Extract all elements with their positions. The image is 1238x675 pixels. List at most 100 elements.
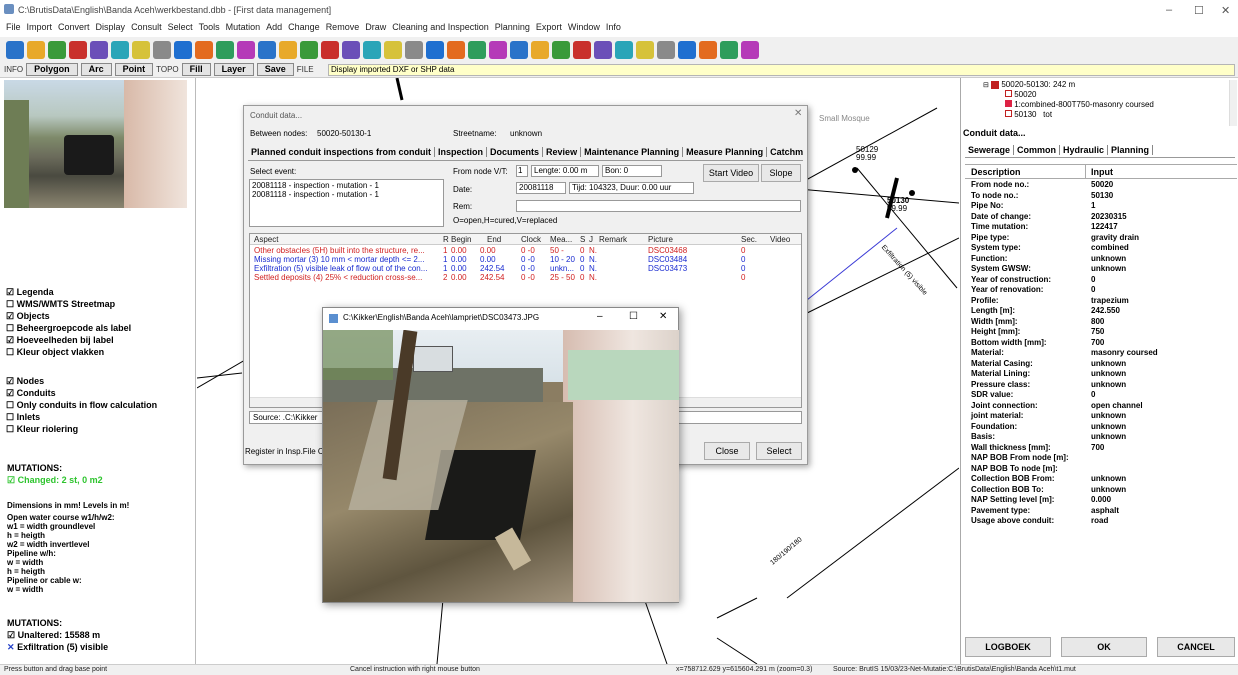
property-value[interactable]: asphalt	[1091, 506, 1119, 515]
toolbar-tool-icon[interactable]	[657, 40, 675, 59]
toolbar-tool-icon[interactable]	[720, 40, 738, 59]
column-header[interactable]: Aspect	[254, 235, 278, 244]
layer-checkbox[interactable]: ☑ Objects	[6, 311, 194, 323]
close-window-button[interactable]: ✕	[1221, 4, 1230, 17]
time-field[interactable]: Tijd: 104323, Duur: 0.00 uur	[569, 182, 694, 194]
toolbar-tool-icon[interactable]	[531, 40, 549, 59]
property-value[interactable]: unknown	[1091, 359, 1126, 368]
column-header[interactable]: J	[589, 235, 593, 244]
toolbar-tool-icon[interactable]	[237, 40, 255, 59]
toolbar-tool-icon[interactable]	[636, 40, 654, 59]
property-value[interactable]: 0	[1091, 275, 1095, 284]
ok-button[interactable]: OK	[1061, 637, 1147, 657]
column-header[interactable]: S	[580, 235, 585, 244]
column-header[interactable]: End	[487, 235, 501, 244]
column-header[interactable]: Picture	[648, 235, 673, 244]
toolbar-tool-icon[interactable]	[468, 40, 486, 59]
toolbar-tool-icon[interactable]	[300, 40, 318, 59]
table-row[interactable]: Settled deposits (4) 25% < reduction cro…	[250, 273, 801, 282]
layer-checkbox[interactable]: ☐ WMS/WMTS Streetmap	[6, 299, 194, 311]
property-value[interactable]: 20230315	[1091, 212, 1127, 221]
toolbar-tool-icon[interactable]	[279, 40, 297, 59]
unchecked-icon[interactable]: ☐	[6, 424, 17, 434]
topo-label[interactable]: TOPO	[156, 65, 179, 74]
property-value[interactable]: unknown	[1091, 422, 1126, 431]
property-value[interactable]: unknown	[1091, 474, 1126, 483]
arc-button[interactable]: Arc	[80, 63, 112, 76]
menu-item[interactable]: Draw	[365, 22, 386, 32]
tab-item[interactable]: Measure Planning	[683, 147, 768, 157]
checked-icon[interactable]: ☑	[6, 311, 17, 321]
property-value[interactable]: unknown	[1091, 411, 1126, 420]
table-row[interactable]: Other obstacles (5H) built into the stru…	[250, 246, 801, 255]
property-value[interactable]: 750	[1091, 327, 1104, 336]
layer-checkbox[interactable]: ☐ Only conduits in flow calculation	[6, 400, 194, 412]
column-header[interactable]: Remark	[599, 235, 627, 244]
property-value[interactable]: unknown	[1091, 369, 1126, 378]
property-value[interactable]: unknown	[1091, 432, 1126, 441]
polygon-button[interactable]: Polygon	[26, 63, 78, 76]
tab-item[interactable]: Maintenance Planning	[581, 147, 684, 157]
menu-item[interactable]: Change	[288, 22, 320, 32]
unchecked-icon[interactable]: ☐	[6, 400, 17, 410]
toolbar-tool-icon[interactable]	[27, 40, 45, 59]
table-row[interactable]: Missing mortar (3) 10 mm < mortar depth …	[250, 255, 801, 264]
tab-planning[interactable]: Planning	[1108, 145, 1154, 155]
layer-checkbox[interactable]: ☑ Conduits	[6, 388, 194, 400]
photo-maximize-button[interactable]: ☐	[629, 311, 638, 322]
length-field[interactable]: Lengte: 0.00 m	[531, 165, 599, 177]
menu-item[interactable]: Convert	[58, 22, 90, 32]
layer-checkbox[interactable]: ☐ Beheergroepcode als label	[6, 323, 194, 335]
collapse-icon[interactable]: ⊟	[983, 82, 989, 89]
maximize-button[interactable]: ☐	[1194, 4, 1204, 17]
file-label[interactable]: FILE	[297, 65, 314, 74]
toolbar-tool-icon[interactable]	[447, 40, 465, 59]
checked-icon[interactable]: ☑	[6, 376, 17, 386]
property-value[interactable]: open channel	[1091, 401, 1143, 410]
property-value[interactable]: unknown	[1091, 485, 1126, 494]
menu-item[interactable]: Import	[27, 22, 53, 32]
property-value[interactable]: 0.000	[1091, 495, 1111, 504]
column-header[interactable]: R	[443, 235, 449, 244]
property-value[interactable]: unknown	[1091, 380, 1126, 389]
column-header[interactable]: Clock	[521, 235, 541, 244]
table-row[interactable]: Exfiltration (5) visible leak of flow ou…	[250, 264, 801, 273]
layer-checkbox[interactable]: ☐ Kleur riolering	[6, 424, 194, 436]
property-value[interactable]: 122417	[1091, 222, 1118, 231]
info-label[interactable]: INFO	[4, 65, 23, 74]
close-button[interactable]: Close	[704, 442, 750, 460]
toolbar-tool-icon[interactable]	[426, 40, 444, 59]
checked-icon[interactable]: ☑	[6, 335, 17, 345]
property-value[interactable]: 50020	[1091, 180, 1113, 189]
tab-sewerage[interactable]: Sewerage	[965, 145, 1015, 155]
toolbar-tool-icon[interactable]	[6, 40, 24, 59]
column-header[interactable]: Begin	[451, 235, 471, 244]
fill-button[interactable]: Fill	[181, 63, 211, 76]
toolbar-tool-icon[interactable]	[699, 40, 717, 59]
menu-item[interactable]: Cleaning and Inspection	[392, 22, 489, 32]
menu-item[interactable]: Consult	[131, 22, 162, 32]
tree-view[interactable]: ⊟ 50020-50130: 242 m 50020 1:combined-80…	[983, 80, 1233, 124]
toolbar-tool-icon[interactable]	[195, 40, 213, 59]
property-value[interactable]: trapezium	[1091, 296, 1129, 305]
layer-checkbox[interactable]: ☑ Hoeveelheden bij label	[6, 335, 194, 347]
layer-checkbox[interactable]: ☐ Inlets	[6, 412, 194, 424]
property-value[interactable]: 0	[1091, 285, 1095, 294]
tab-item[interactable]: Inspection	[435, 147, 488, 157]
tab-common[interactable]: Common	[1014, 145, 1061, 155]
property-value[interactable]: combined	[1091, 243, 1129, 252]
select-button[interactable]: Select	[756, 442, 802, 460]
tab-item[interactable]: Documents	[487, 147, 544, 157]
menu-item[interactable]: Window	[568, 22, 600, 32]
tree-vscrollbar[interactable]	[1229, 80, 1237, 126]
tree-item-pipe[interactable]: 1:combined-800T750-masonry coursed	[983, 100, 1233, 110]
event-item[interactable]: 20081118 - inspection - mutation - 1	[252, 181, 441, 190]
toolbar-tool-icon[interactable]	[615, 40, 633, 59]
menu-item[interactable]: Tools	[199, 22, 220, 32]
toolbar-tool-icon[interactable]	[678, 40, 696, 59]
property-value[interactable]: road	[1091, 516, 1108, 525]
toolbar-tool-icon[interactable]	[48, 40, 66, 59]
column-header[interactable]: Mea...	[550, 235, 572, 244]
photo-close-button[interactable]: ✕	[659, 311, 667, 322]
menu-item[interactable]: Planning	[495, 22, 530, 32]
